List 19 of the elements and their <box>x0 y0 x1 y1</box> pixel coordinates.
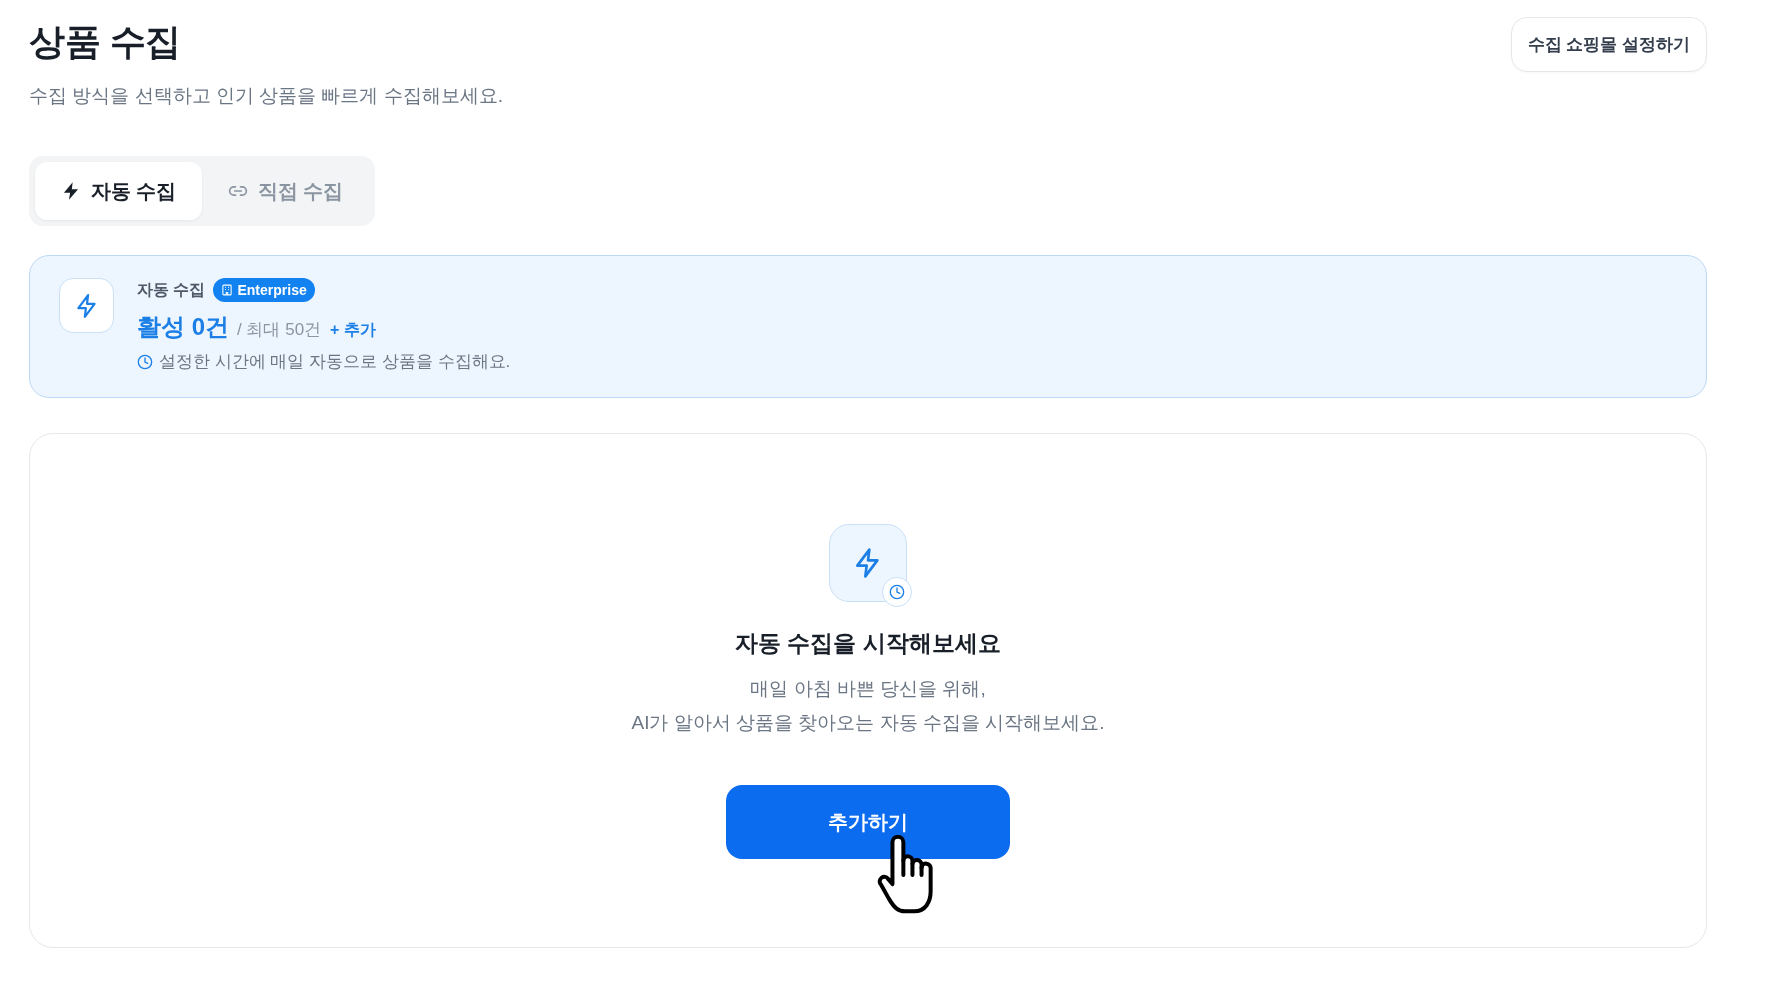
summary-label: 자동 수집 <box>137 280 206 300</box>
max-limit: / 최대 50건 <box>237 319 322 341</box>
schedule-note: 설정한 시간에 매일 자동으로 상품을 수집해요. <box>159 351 511 374</box>
empty-state-description: 매일 아침 바쁜 당신을 위해, AI가 알아서 상품을 찾아오는 자동 수집을 시작해보세요. <box>631 677 1105 735</box>
clock-icon <box>137 354 153 370</box>
add-link[interactable]: + 추가 <box>330 318 376 342</box>
mode-tab[interactable]: 직접 수집 <box>202 162 369 220</box>
clock-icon <box>882 577 912 607</box>
plan-label: Enterprise <box>237 281 307 300</box>
add-button[interactable]: 추가하기 <box>726 785 1010 859</box>
bolt-icon <box>59 278 114 333</box>
page-subtitle: 수집 방식을 선택하고 인기 상품을 빠르게 수집해보세요. <box>29 84 503 108</box>
building-icon <box>221 284 234 296</box>
active-count: 활성 0건 <box>137 312 229 342</box>
mall-settings-button[interactable]: 수집 쇼핑몰 설정하기 <box>1511 17 1707 72</box>
page-title: 상품 수집 <box>29 20 182 64</box>
mode-tab[interactable]: 자동 수집 <box>35 162 202 220</box>
empty-state-heading: 자동 수집을 시작해보세요 <box>735 629 1001 658</box>
bolt-icon <box>829 524 907 602</box>
